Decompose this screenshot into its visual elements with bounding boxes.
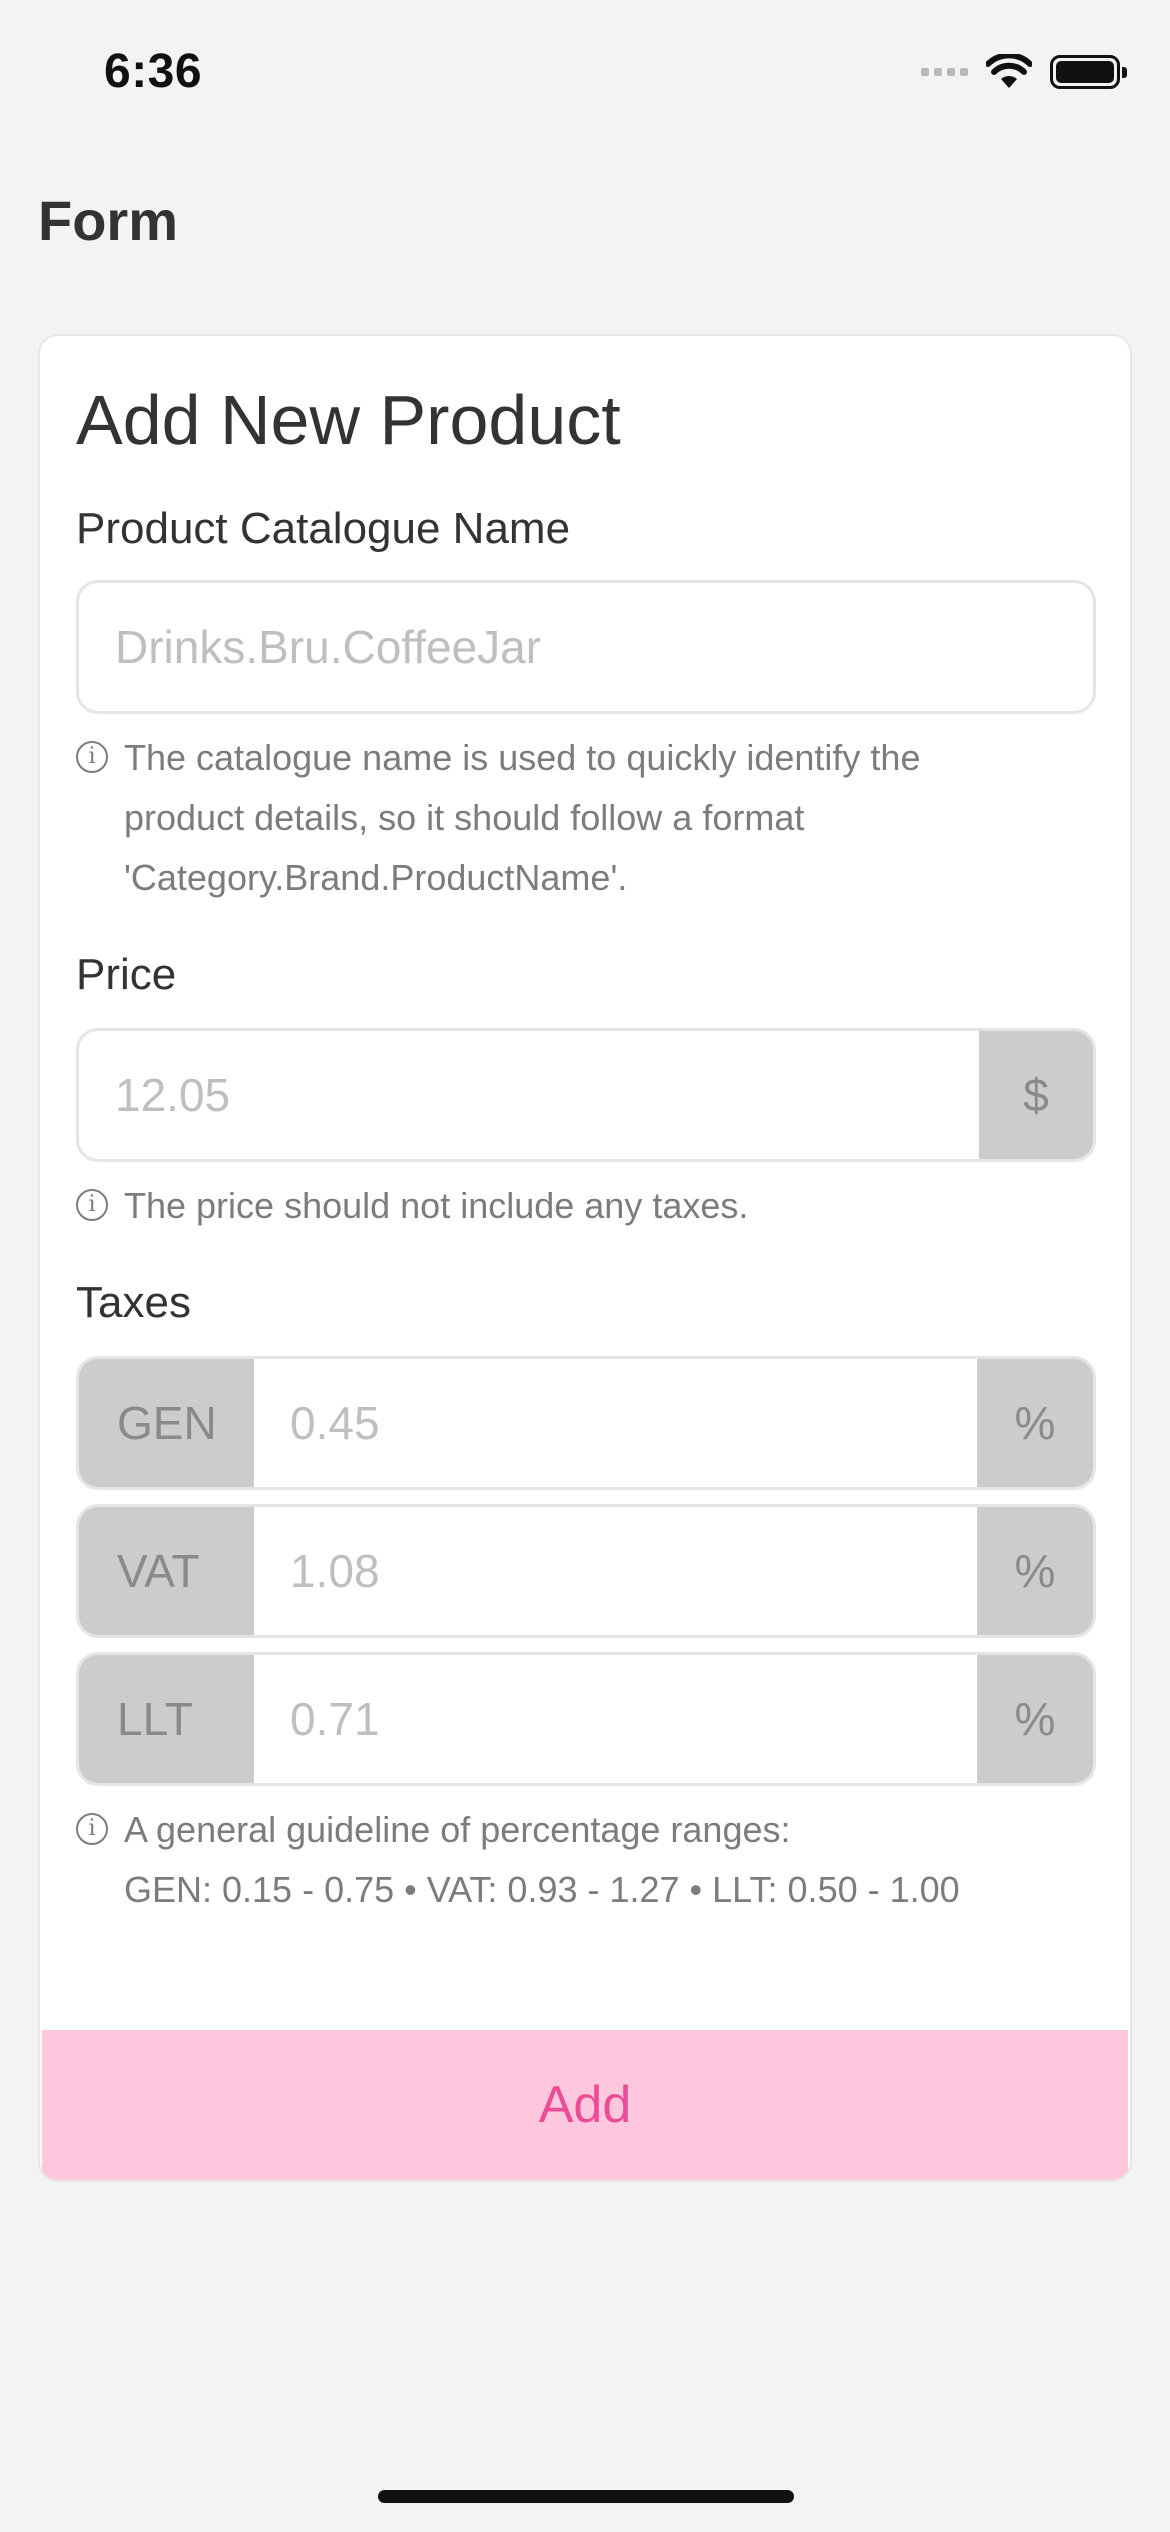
tax-row-llt: LLT %	[76, 1652, 1096, 1786]
taxes-label: Taxes	[76, 1278, 191, 1327]
hint-line: product details, so it should follow a f…	[124, 797, 805, 838]
home-indicator[interactable]	[378, 2490, 794, 2503]
tax-row-gen: GEN %	[76, 1356, 1096, 1490]
cellular-signal-icon	[921, 68, 968, 76]
status-time: 6:36	[104, 45, 203, 98]
percent-addon: %	[977, 1655, 1093, 1783]
catalogue-name-label: Product Catalogue Name	[76, 504, 571, 553]
status-icons	[921, 54, 1127, 90]
info-icon: i	[76, 1189, 108, 1221]
hint-line: A general guideline of percentage ranges…	[124, 1809, 791, 1850]
tax-prefix: GEN	[79, 1359, 254, 1487]
tax-prefix: LLT	[79, 1655, 254, 1783]
catalogue-name-field	[76, 580, 1096, 714]
product-form-card: Add New Product Product Catalogue Name i…	[38, 334, 1132, 2182]
hint-line: GEN: 0.15 - 0.75 • VAT: 0.93 - 1.27 • LL…	[124, 1869, 960, 1910]
tax-prefix: VAT	[79, 1507, 254, 1635]
catalogue-name-hint: i The catalogue name is used to quickly …	[76, 728, 1086, 908]
hint-line: 'Category.Brand.ProductName'.	[124, 857, 628, 898]
currency-addon: $	[979, 1031, 1093, 1159]
info-icon: i	[76, 741, 108, 773]
status-bar: 6:36	[0, 0, 1170, 150]
llt-tax-input[interactable]	[254, 1655, 977, 1783]
form-title: Add New Product	[76, 381, 621, 459]
tax-row-vat: VAT %	[76, 1504, 1096, 1638]
info-icon: i	[76, 1813, 108, 1845]
price-label: Price	[76, 950, 177, 999]
price-hint: i The price should not include any taxes…	[76, 1176, 1086, 1236]
wifi-icon	[986, 54, 1032, 88]
percent-addon: %	[977, 1359, 1093, 1487]
vat-tax-input[interactable]	[254, 1507, 977, 1635]
gen-tax-input[interactable]	[254, 1359, 977, 1487]
price-field: $	[76, 1028, 1096, 1162]
percent-addon: %	[977, 1507, 1093, 1635]
hint-line: The price should not include any taxes.	[124, 1185, 749, 1226]
catalogue-name-input[interactable]	[79, 583, 1093, 711]
add-button[interactable]: Add	[42, 2030, 1128, 2180]
taxes-hint: i A general guideline of percentage rang…	[76, 1800, 1086, 1920]
price-input[interactable]	[79, 1031, 979, 1159]
hint-line: The catalogue name is used to quickly id…	[124, 737, 921, 778]
battery-icon	[1050, 55, 1127, 89]
page-title: Form	[38, 189, 178, 252]
